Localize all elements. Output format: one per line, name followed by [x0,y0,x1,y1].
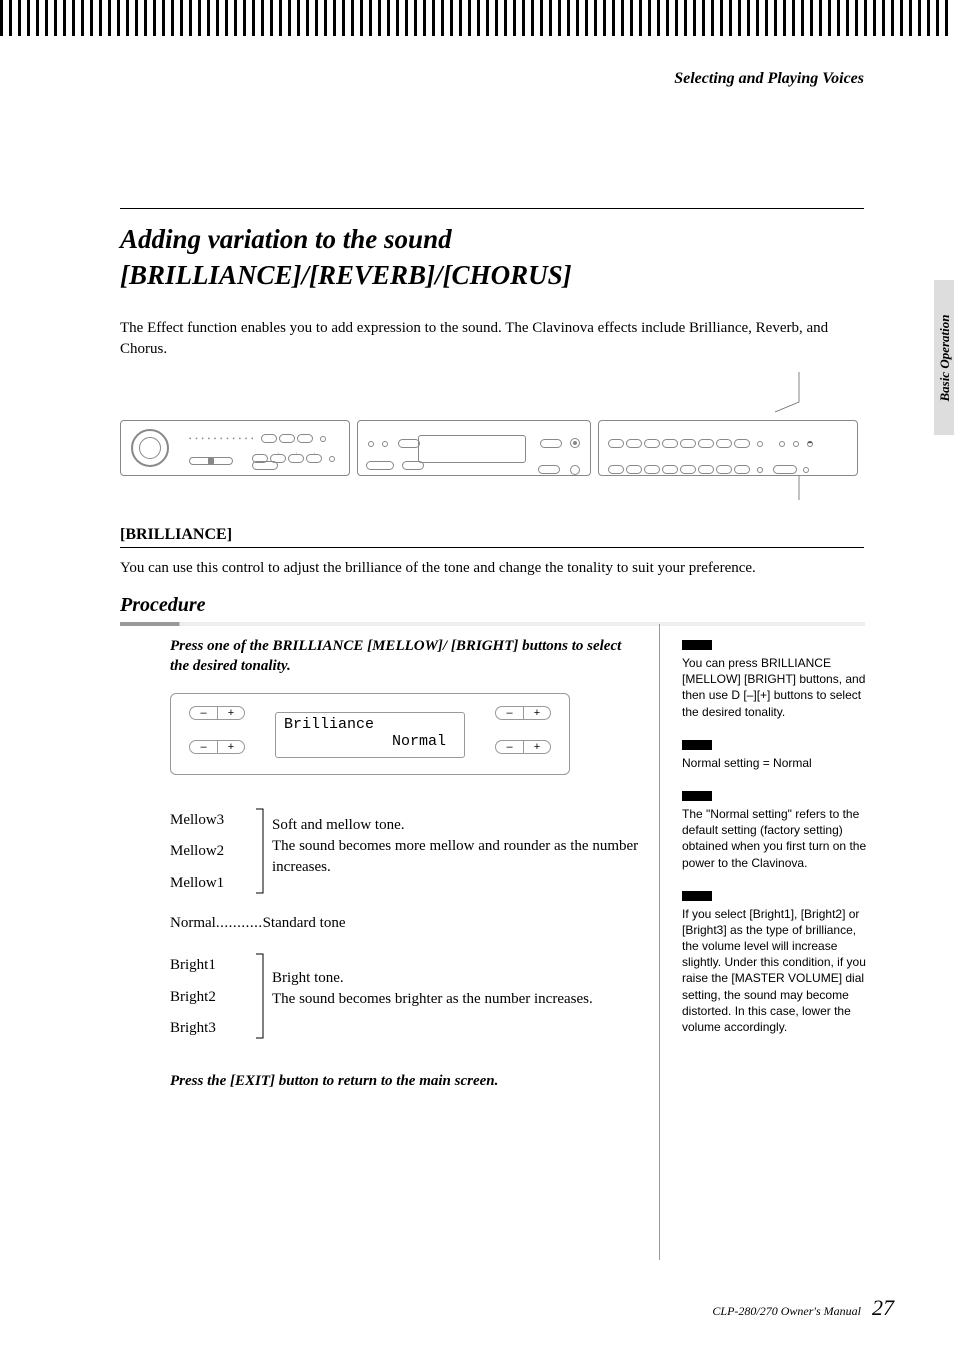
footer-manual-name: CLP-280/270 Owner's Manual [712,1304,861,1318]
normal-label: Normal [170,915,216,931]
sidebar-notes: You can press BRILLIANCE [MELLOW] [BRIGH… [682,640,867,1055]
bright-tone-block: Bright1 Bright2 Bright3 Bright tone. The… [170,950,639,1045]
intro-paragraph: The Effect function enables you to add e… [120,318,864,360]
top-decorative-barcode [0,0,954,36]
plus-button-icon: + [217,740,245,754]
page-footer: CLP-280/270 Owner's Manual 27 [712,1295,894,1321]
section-description: You can use this control to adjust the b… [120,560,864,577]
bright-description: Bright tone. The sound becomes brighter … [272,950,639,1010]
button-cluster-icon: ˙˙˙ [251,431,337,471]
panel-section-right [598,420,858,476]
title-line-2: [BRILLIANCE]/[REVERB]/[CHORUS] [120,257,864,293]
procedure-rule [120,622,865,626]
left-buttons-icon [366,433,424,478]
minus-button-icon: – [495,740,523,754]
dots-icon: • • • • • • • • • • • [189,435,254,443]
bright3-label: Bright3 [170,1013,258,1045]
plus-button-icon: + [217,706,245,720]
main-column: Press one of the BRILLIANCE [MELLOW]/ [B… [170,636,660,1260]
mellow-tone-block: Mellow3 Mellow2 Mellow1 Soft and mellow … [170,805,639,900]
lcd-screen: Brilliance Normal [275,712,465,758]
note-tab-icon [682,891,712,901]
right-pm-buttons: – + – + [495,706,551,774]
page-title: Adding variation to the sound [BRILLIANC… [120,208,864,294]
right-buttons-icon [538,431,582,482]
bracket-icon [254,807,266,900]
note-text-3: The "Normal setting" refers to the defau… [682,806,867,871]
note-text-2: Normal setting = Normal [682,755,867,771]
lcd-line-2: Normal [284,733,456,750]
left-pm-buttons: – + – + [189,706,245,774]
note-block-1: You can press BRILLIANCE [MELLOW] [BRIGH… [682,640,867,720]
normal-description: Standard tone [263,915,346,931]
display-panel-diagram: – + – + Brilliance Normal – + – + [170,693,570,775]
side-tab-label: Basic Operation [937,293,953,423]
note-tab-icon [682,640,712,650]
plus-button-icon: + [523,706,551,720]
bright2-label: Bright2 [170,982,258,1014]
step-instruction: Press one of the BRILLIANCE [MELLOW]/ [B… [170,636,639,677]
exit-instruction: Press the [EXIT] button to return to the… [170,1073,639,1090]
mellow3-label: Mellow3 [170,805,258,837]
panel-section-center [357,420,591,476]
panel-diagram: • • • • • • • • • • • ˙˙˙ [120,380,865,490]
plus-button-icon: + [523,740,551,754]
minus-button-icon: – [189,740,217,754]
note-tab-icon [682,740,712,750]
note-text-1: You can press BRILLIANCE [MELLOW] [BRIGH… [682,655,867,720]
lcd-screen-icon [418,435,526,463]
procedure-heading: Procedure [120,594,206,617]
note-block-4: If you select [Bright1], [Bright2] or [B… [682,891,867,1036]
volume-dial-icon [131,429,169,467]
mellow1-label: Mellow1 [170,868,258,900]
slider-icon [189,457,233,465]
minus-button-icon: – [189,706,217,720]
note-block-3: The "Normal setting" refers to the defau… [682,791,867,871]
note-text-4: If you select [Bright1], [Bright2] or [B… [682,906,867,1036]
breadcrumb: Selecting and Playing Voices [674,70,864,88]
mellow-description: Soft and mellow tone. The sound becomes … [272,805,639,878]
title-line-1: Adding variation to the sound [120,221,864,257]
lcd-line-1: Brilliance [284,716,456,733]
normal-tone-line: Normal...........Standard tone [170,915,639,932]
note-block-2: Normal setting = Normal [682,740,867,771]
mellow2-label: Mellow2 [170,836,258,868]
page-number: 27 [872,1295,894,1320]
bracket-icon [254,952,266,1045]
bright1-label: Bright1 [170,950,258,982]
dotted-leader: ........... [216,915,263,931]
minus-button-icon: – [495,706,523,720]
panel-section-left: • • • • • • • • • • • ˙˙˙ [120,420,350,476]
note-tab-icon [682,791,712,801]
section-heading-brilliance: [BRILLIANCE] [120,526,864,548]
